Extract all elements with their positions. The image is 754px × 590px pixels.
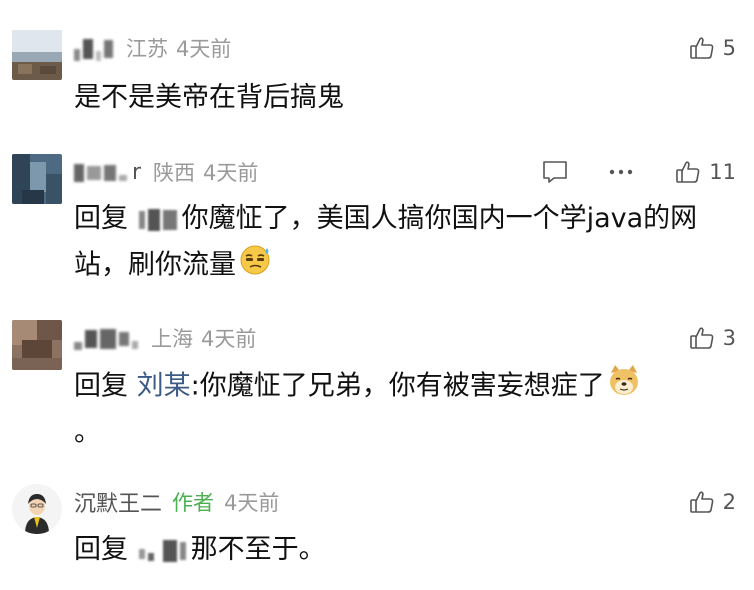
comment-actions: 3 xyxy=(689,321,736,355)
smirk-sweat-emoji xyxy=(238,242,272,290)
blurred-reply-target[interactable] xyxy=(138,529,189,573)
comment-text: 回复 那不至于。 xyxy=(74,528,724,573)
comment-content: 是不是美帝在背后搞鬼 xyxy=(74,82,344,113)
reply-label: 回复 xyxy=(74,370,128,402)
comment-content: 你魔怔了兄弟，你有被害妄想症了 xyxy=(199,370,605,402)
reply-target-name[interactable]: 刘某 xyxy=(137,371,191,402)
comment-meta: 上海 4天前 xyxy=(74,321,256,355)
location-label: 上海 xyxy=(151,327,193,351)
timestamp: 4天前 xyxy=(201,327,257,351)
author-name[interactable]: 沉默王二 xyxy=(74,486,162,518)
blurred-username[interactable] xyxy=(74,36,116,61)
reply-label: 回复 xyxy=(74,203,128,234)
thumbs-up-icon[interactable] xyxy=(689,489,715,515)
blurred-reply-target[interactable] xyxy=(138,198,180,242)
thumbs-up-icon[interactable] xyxy=(675,159,701,185)
reply-comment-icon[interactable] xyxy=(541,159,569,185)
colon: : xyxy=(190,370,200,402)
author-badge: 作者 xyxy=(172,491,215,515)
comment-actions: 11 xyxy=(541,155,736,189)
comment-content: 那不至于。 xyxy=(190,534,326,565)
comment-actions: 5 xyxy=(689,31,736,65)
comment-meta: 沉默王二 作者 4天前 xyxy=(74,485,279,519)
author-avatar[interactable] xyxy=(12,484,62,534)
avatar[interactable] xyxy=(12,320,62,370)
comment-meta: 江苏 4天前 xyxy=(74,31,231,65)
comment-meta: r 陕西 4天前 xyxy=(74,155,258,189)
more-options-icon[interactable] xyxy=(607,159,635,185)
doge-emoji xyxy=(607,363,641,411)
avatar[interactable] xyxy=(12,30,62,80)
like-count: 3 xyxy=(722,326,736,350)
blurred-username[interactable] xyxy=(74,326,141,350)
blurred-username[interactable] xyxy=(74,160,130,184)
thumbs-up-icon[interactable] xyxy=(689,325,715,351)
comment-actions: 2 xyxy=(689,485,736,519)
username-partial[interactable]: r xyxy=(132,160,141,185)
thumbs-up-icon[interactable] xyxy=(689,35,715,61)
like-count: 11 xyxy=(709,160,736,184)
comment-text: 回复 刘某:你魔怔了兄弟，你有被害妄想症了 。 xyxy=(74,363,724,455)
timestamp: 4天前 xyxy=(203,161,259,185)
timestamp: 4天前 xyxy=(176,37,232,61)
trailing-punctuation: 。 xyxy=(74,417,101,448)
reply-label: 回复 xyxy=(74,534,128,565)
timestamp: 4天前 xyxy=(224,491,280,515)
avatar[interactable] xyxy=(12,154,62,204)
location-label: 江苏 xyxy=(126,37,168,61)
like-count: 5 xyxy=(722,36,736,60)
location-label: 陕西 xyxy=(153,161,196,185)
comment-text: 回复 你魔怔了，美国人搞你国内一个学java的网站，刷你流量 xyxy=(74,197,724,290)
comment-text: 是不是美帝在背后搞鬼 xyxy=(74,76,724,120)
like-count: 2 xyxy=(722,490,736,514)
